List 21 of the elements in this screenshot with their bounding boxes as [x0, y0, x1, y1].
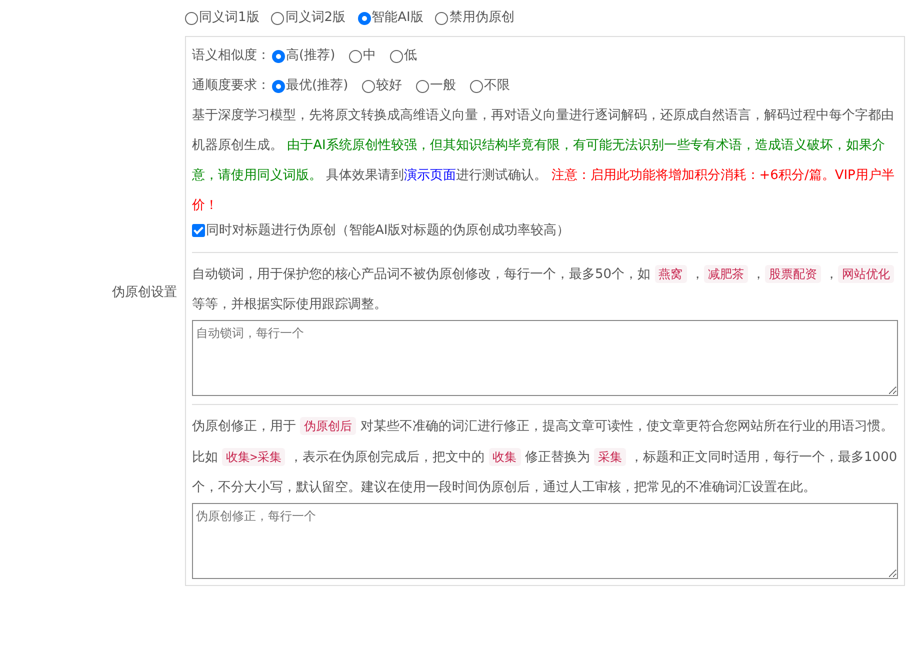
radio-option[interactable]: 一般: [416, 76, 456, 96]
radio-option[interactable]: 禁用伪原创: [435, 8, 514, 28]
radio-option[interactable]: 中: [349, 46, 376, 66]
setting-label: 通顺度要求：: [192, 77, 270, 96]
radio-option[interactable]: 同义词1版: [185, 8, 260, 28]
radio-option[interactable]: 高(推荐): [272, 46, 336, 66]
demo-page-link[interactable]: 演示页面: [404, 168, 456, 183]
title-checkbox[interactable]: 同时对标题进行伪原创（智能AI版对标题的伪原创成功率较高）: [192, 221, 570, 240]
lock-words-field[interactable]: 自动锁词，每行一个: [192, 320, 898, 396]
section-label: 伪原创设置: [112, 284, 177, 302]
radio-option[interactable]: 同义词2版: [271, 8, 346, 28]
radio-option[interactable]: 最优(推荐): [272, 76, 348, 96]
radio-option[interactable]: 低: [390, 46, 418, 66]
correction-description: 伪原创修正，用于 伪原创后 对某些不准确的词汇进行修正，提高文章可读性，使文章更符合您网站所在行业的用语习惯。比如 收集>采集 ，表示在伪原创完成后，把文中的 收集 修正替换为 采集 ，标题和正文同时适用，每行一个，最多1000个，不分大小写，默认留空。建议在使用一段时间伪原创后，通过人工审核，把常见的不准确词汇设置在此。: [192, 416, 898, 497]
radio-option[interactable]: 较好: [362, 76, 402, 96]
setting-label: 语义相似度：: [192, 47, 270, 66]
correction-field[interactable]: 伪原创修正，每行一个: [192, 502, 898, 579]
ai-description: 基于深度学习模型，先将原文转换成高维语义向量，再对语义向量进行逐词解码，还原成自然语言，解码过程中每个字都由机器原创生成。 由于AI系统原创性较强，但其知识结构毕竟有限，有可能无法识别一些专有术语，造成语义破坏，如果介意，请使用同义词版。 具体效果请到演示页面进行测试确认。 注意：启用此功能将增加积分消耗：+6积分/篇。VIP用户半价！: [192, 107, 896, 215]
lock-words-description: 自动锁词，用于保护您的核心产品词不被伪原创修改，每行一个，最多50个，如 燕窝 ， 减肥茶 ， 股票配资 ， 网站优化 等等，并根据实际使用跟踪调整。: [192, 258, 898, 320]
radio-option[interactable]: 不限: [470, 76, 510, 96]
radio-option[interactable]: 智能AI版: [358, 8, 424, 28]
